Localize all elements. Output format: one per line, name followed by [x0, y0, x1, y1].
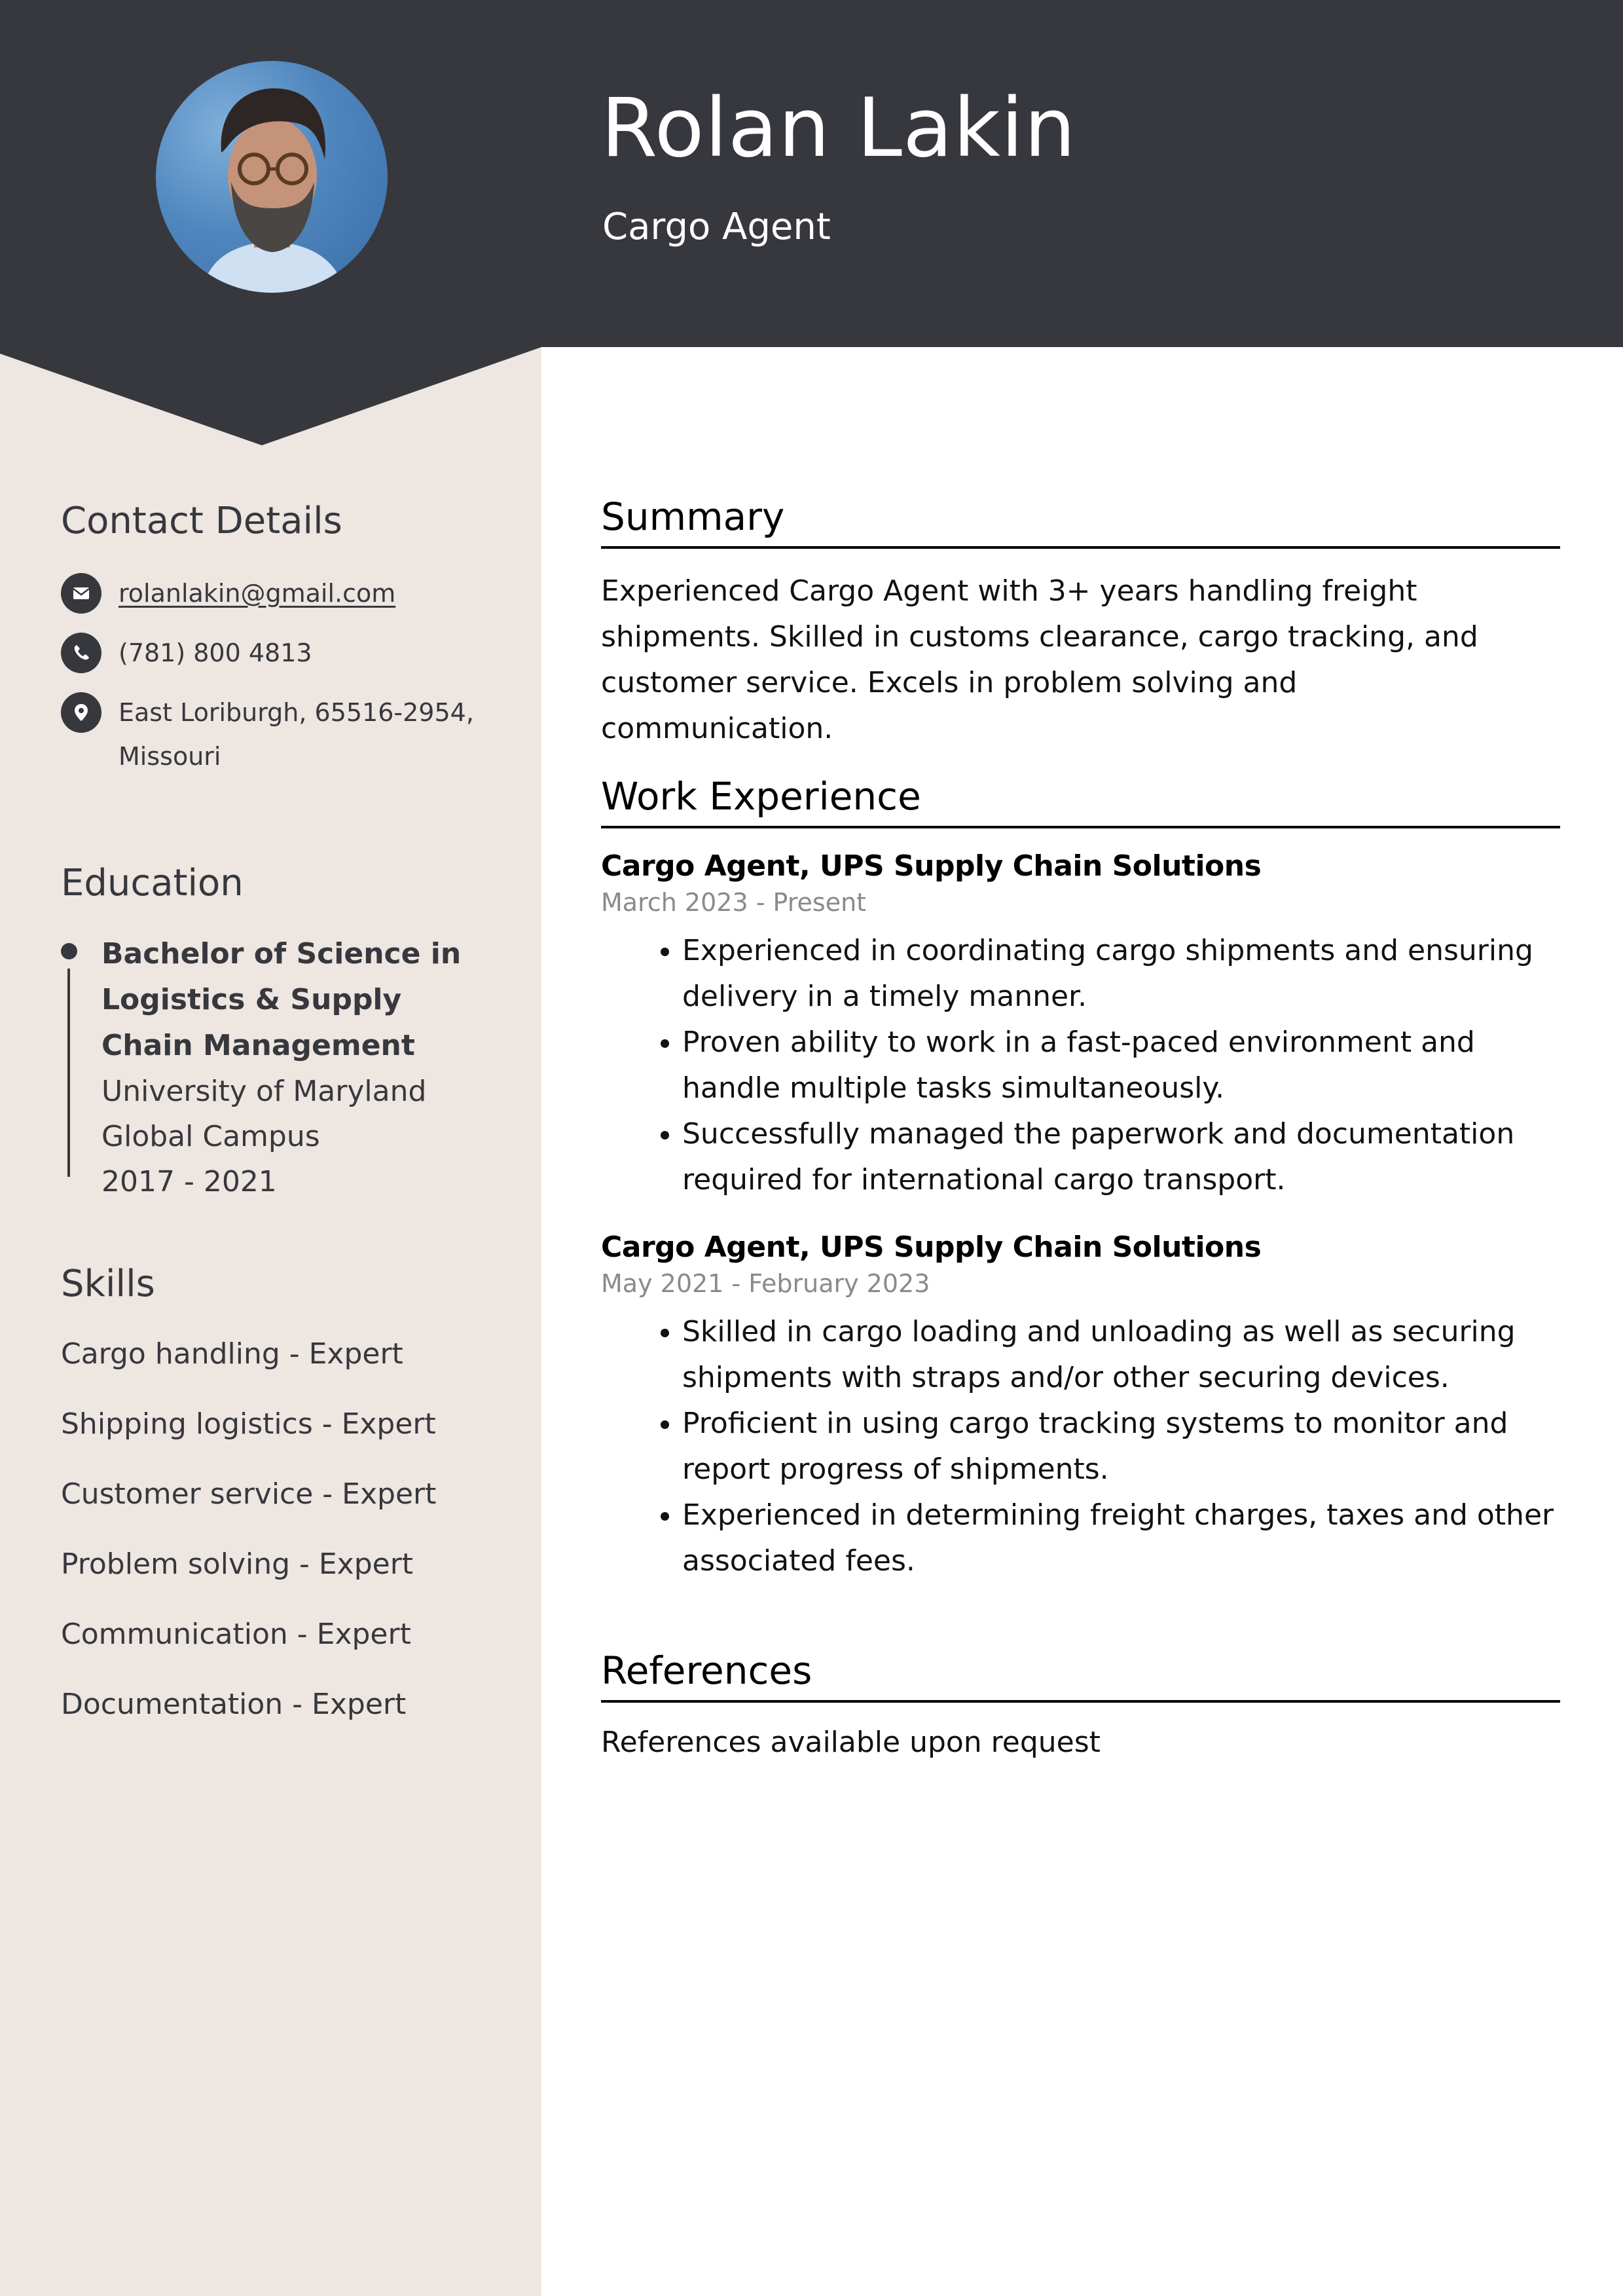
map-pin-icon	[61, 692, 101, 733]
contact-address-row: East Loriburgh, 65516-2954, Missouri	[61, 692, 513, 780]
education-years: 2017 - 2021	[101, 1164, 277, 1198]
references-section: References References available upon req…	[601, 1650, 1560, 1766]
work-experience-heading: Work Experience	[601, 775, 1560, 828]
education-item: Bachelor of Science in Logistics & Suppl…	[61, 931, 513, 1204]
job-bullets: Skilled in cargo loading and unloading a…	[601, 1309, 1559, 1584]
timeline-line	[67, 968, 70, 1177]
phone-number: (781) 800 4813	[119, 638, 312, 667]
job-dates: May 2021 - February 2023	[601, 1268, 930, 1298]
address-line-1: East Loriburgh, 65516-2954,	[119, 697, 474, 727]
education-heading: Education	[61, 862, 244, 904]
envelope-icon	[61, 572, 101, 614]
education-section: Education Bachelor of Science in Logisti…	[61, 863, 513, 1204]
job-bullet: Proficient in using cargo tracking syste…	[682, 1401, 1559, 1492]
job-title: Cargo Agent, UPS Supply Chain Solutions	[601, 1230, 1262, 1264]
summary-section: Summary Experienced Cargo Agent with 3+ …	[601, 496, 1560, 752]
education-school: University of Maryland Global Campus	[101, 1074, 427, 1153]
contact-section: Contact Details rolanlakin@gmail.com (78…	[61, 501, 513, 780]
contact-heading: Contact Details	[61, 500, 342, 542]
email-link[interactable]: rolanlakin@gmail.com	[119, 570, 395, 617]
skills-list: Cargo handling - Expert Shipping logisti…	[61, 1319, 513, 1739]
job-dates: March 2023 - Present	[601, 887, 867, 917]
candidate-title: Cargo Agent	[602, 206, 831, 248]
skill-item: Problem solving - Expert	[61, 1547, 414, 1581]
job-bullet: Proven ability to work in a fast-paced e…	[682, 1020, 1533, 1111]
job-bullet: Skilled in cargo loading and unloading a…	[682, 1309, 1559, 1401]
skills-heading: Skills	[61, 1263, 155, 1305]
job-bullets: Experienced in coordinating cargo shipme…	[601, 928, 1533, 1203]
skill-item: Shipping logistics - Expert	[61, 1407, 436, 1441]
job-bullet: Experienced in coordinating cargo shipme…	[682, 928, 1533, 1020]
header-chevron	[0, 344, 541, 445]
skill-item: Cargo handling - Expert	[61, 1337, 403, 1371]
work-experience-section: Work Experience Cargo Agent, UPS Supply …	[601, 775, 1560, 1584]
education-degree: Bachelor of Science in Logistics & Suppl…	[101, 936, 462, 1062]
skills-section: Skills Cargo handling - Expert Shipping …	[61, 1264, 513, 1739]
contact-phone-row: (781) 800 4813	[61, 632, 513, 676]
phone-icon	[61, 632, 101, 673]
summary-text: Experienced Cargo Agent with 3+ years ha…	[601, 574, 1478, 745]
person-photo-icon	[202, 88, 346, 293]
address-line-2: Missouri	[119, 741, 221, 771]
job-title: Cargo Agent, UPS Supply Chain Solutions	[601, 849, 1262, 883]
skill-item: Customer service - Expert	[61, 1477, 437, 1511]
references-heading: References	[601, 1650, 1560, 1703]
job-entry: Cargo Agent, UPS Supply Chain Solutions …	[601, 847, 1560, 1203]
job-bullet: Successfully managed the paperwork and d…	[682, 1111, 1533, 1203]
candidate-name: Rolan Lakin	[601, 81, 1076, 176]
contact-email-row: rolanlakin@gmail.com	[61, 570, 513, 617]
job-entry: Cargo Agent, UPS Supply Chain Solutions …	[601, 1228, 1560, 1584]
summary-heading: Summary	[601, 496, 1560, 549]
timeline-dot	[61, 942, 77, 959]
references-text: References available upon request	[601, 1725, 1101, 1759]
skill-item: Communication - Expert	[61, 1617, 411, 1651]
job-bullet: Experienced in determining freight charg…	[682, 1492, 1559, 1584]
skill-item: Documentation - Expert	[61, 1687, 407, 1721]
profile-photo	[156, 61, 388, 293]
